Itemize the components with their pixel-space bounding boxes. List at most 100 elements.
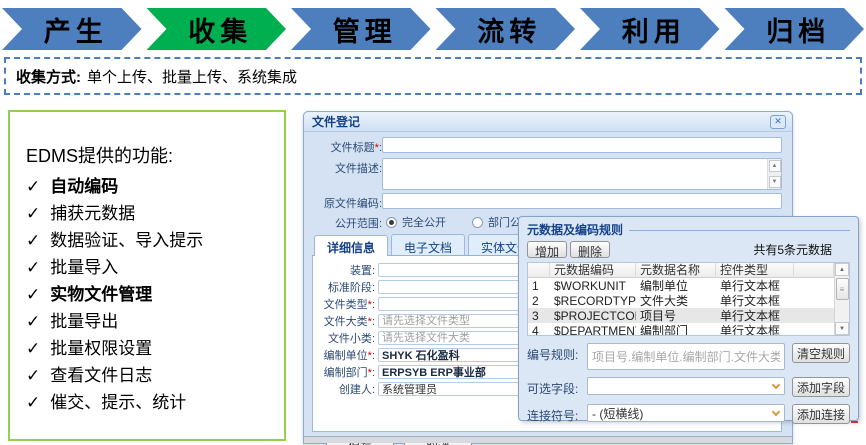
orig-code-input[interactable] xyxy=(382,193,782,209)
delete-button[interactable]: 删除 xyxy=(570,241,610,258)
radio-icon[interactable] xyxy=(472,217,483,228)
check-icon: ✓ xyxy=(26,366,40,385)
metadata-panel-header: 元数据及编码规则 xyxy=(527,222,850,237)
connector-select[interactable]: - (短横线) xyxy=(587,404,785,422)
add-button[interactable]: 增加 xyxy=(527,241,567,258)
flow-step-label: 管理 xyxy=(325,10,397,49)
clear-rule-button[interactable]: 清空规则 xyxy=(792,343,850,363)
file-desc-label: 文件描述: xyxy=(312,158,382,176)
file-title-row: 文件标题*: xyxy=(312,137,782,155)
scrollbar-thumb[interactable]: ≡ xyxy=(836,278,849,300)
connector-row: 连接符号: - (短横线) 添加连接 xyxy=(527,404,850,424)
cell-control-type: 单行文本框 xyxy=(716,322,794,335)
flow-step[interactable]: 产生 xyxy=(2,8,142,50)
metadata-table-body: 1 $WORKUNIT 编制单位 单行文本框 2 $RECORDTYPE 文件大… xyxy=(528,278,834,335)
metadata-table-row[interactable]: 1 $WORKUNIT 编制单位 单行文本框 xyxy=(528,278,834,293)
process-flow: 产生 收集 管理 流转 利用 归档 xyxy=(0,0,866,50)
orig-code-row: 原文件编码: xyxy=(312,193,782,211)
flow-step-label: 归档 xyxy=(758,10,830,49)
cell-row-number: 2 xyxy=(528,294,550,308)
metadata-table-row[interactable]: 3 $PROJECTCODE 项目号 单行文本框 xyxy=(528,308,834,323)
orig-code-label: 原文件编码: xyxy=(312,193,382,211)
file-desc-textarea[interactable] xyxy=(382,158,782,190)
flow-step[interactable]: 归档 xyxy=(725,8,865,50)
feature-text: 捕获元数据 xyxy=(50,204,135,223)
table-header-cell[interactable] xyxy=(794,263,834,278)
feature-item: ✓批量权限设置 xyxy=(26,335,280,362)
numbering-rule-input[interactable] xyxy=(587,343,785,370)
flow-step[interactable]: 收集 xyxy=(147,8,287,50)
dialog-title: 文件登记 xyxy=(312,113,770,130)
table-scrollbar[interactable]: ▲ ≡ ▼ xyxy=(834,263,849,335)
slide-canvas: 产生 收集 管理 流转 利用 归档 收集方式: 单个上传、批量上传、系统集成 E… xyxy=(0,0,866,445)
dialog-titlebar[interactable]: 文件登记 ✕ xyxy=(304,112,792,132)
feature-item: ✓ 查看文件日志 xyxy=(26,362,280,389)
add-field-button[interactable]: 添加字段 xyxy=(792,377,850,397)
connector-label: 连接符号: xyxy=(527,404,587,424)
table-header-cell[interactable] xyxy=(528,263,550,278)
feature-item: ✓数据验证、导入提示 xyxy=(26,227,280,254)
detail-field-label: 装置*: xyxy=(313,262,375,278)
collection-method-banner: 收集方式: 单个上传、批量上传、系统集成 xyxy=(4,57,862,95)
feature-item: ✓ 催交、提示、统计 xyxy=(26,389,280,416)
feature-item: ✓ 捕获元数据 xyxy=(26,200,280,227)
textarea-scrollbar[interactable]: ▲ ▼ xyxy=(767,159,781,189)
table-header-cell[interactable]: 控件类型 xyxy=(716,263,794,278)
metadata-table: 元数据编码元数据名称控件类型 1 $WORKUNIT 编制单位 单行文本框 2 … xyxy=(527,262,850,336)
flow-step-label: 利用 xyxy=(614,10,686,49)
file-desc-row: 文件描述: ▲ ▼ xyxy=(312,158,782,190)
features-box: EDMS提供的功能: ✓自动编码 ✓捕获元数据 ✓数据验证、导入提示 ✓批量导入… xyxy=(8,110,286,441)
feature-text: 催交、提示、统计 xyxy=(50,393,186,412)
feature-item: ✓批量导入 xyxy=(26,254,280,281)
feature-text: 批量权限设置 xyxy=(50,339,152,358)
cell-metadata-code: $DEPARTMENT xyxy=(550,324,636,336)
scroll-up-icon[interactable]: ▲ xyxy=(769,160,781,172)
flow-step[interactable]: 利用 xyxy=(580,8,720,50)
scroll-down-icon[interactable]: ▼ xyxy=(835,322,849,335)
feature-text: 批量导入 xyxy=(50,258,118,277)
metadata-panel-title: 元数据及编码规则 xyxy=(527,221,623,238)
feature-text: 查看文件日志 xyxy=(50,366,152,385)
flow-step[interactable]: 管理 xyxy=(291,8,431,50)
table-header-cell[interactable]: 元数据名称 xyxy=(636,263,716,278)
radio-label: 完全公开 xyxy=(402,214,446,230)
detail-field-label: 编制单位*: xyxy=(313,347,375,363)
cell-row-number: 3 xyxy=(528,309,550,323)
metadata-count: 共有5条元数据 xyxy=(753,241,850,258)
detail-field-label: 标准阶段*: xyxy=(313,279,375,295)
connector-value: - (短横线) xyxy=(592,405,643,422)
dialog-tab[interactable]: 详细信息 xyxy=(314,235,388,256)
metadata-table-row[interactable]: 4 $DEPARTMENT 编制部门 单行文本框 xyxy=(528,323,834,335)
flow-step-label: 产生 xyxy=(36,10,108,49)
dialog-tab[interactable]: 电子文档 xyxy=(391,234,465,255)
flow-step[interactable]: 流转 xyxy=(436,8,576,50)
check-icon: ✓ xyxy=(26,393,40,412)
flow-step-label: 收集 xyxy=(180,10,252,49)
radio-icon[interactable] xyxy=(386,217,397,228)
table-header-cell[interactable]: 元数据编码 xyxy=(550,263,636,278)
metadata-table-row[interactable]: 2 $RECORDTYPE 文件大类 单行文本框 xyxy=(528,293,834,308)
window-bottom-edge xyxy=(304,436,792,443)
detail-field-label: 文件小类*: xyxy=(313,330,375,346)
metadata-table-header: 元数据编码元数据名称控件类型 xyxy=(528,263,834,278)
scope-radio-option[interactable]: 完全公开 xyxy=(386,214,446,230)
detail-field-label: 文件大类*: xyxy=(313,313,375,329)
check-icon: ✓ xyxy=(26,285,40,304)
cell-metadata-code: $WORKUNIT xyxy=(550,279,636,293)
banner-text: 单个上传、批量上传、系统集成 xyxy=(87,66,297,87)
scroll-up-icon[interactable]: ▲ xyxy=(835,263,849,276)
optional-field-label: 可选字段: xyxy=(527,377,587,397)
feature-text: 批量导出 xyxy=(50,312,118,331)
scroll-down-icon[interactable]: ▼ xyxy=(769,176,781,188)
detail-field-label: 文件类型*: xyxy=(313,296,375,312)
metadata-rules-panel: 元数据及编码规则 增加 删除 共有5条元数据 元数据编码元数据名称控件类型 1 … xyxy=(518,216,859,421)
close-icon[interactable]: ✕ xyxy=(770,115,786,129)
optional-field-select[interactable] xyxy=(587,377,785,395)
check-icon: ✓ xyxy=(26,204,40,223)
numbering-rule-row: 编号规则: 清空规则 xyxy=(527,343,850,370)
cell-metadata-name: 编制部门 xyxy=(636,322,716,335)
file-title-input[interactable] xyxy=(382,137,782,153)
add-connector-button[interactable]: 添加连接 xyxy=(792,404,850,424)
feature-item: ✓自动编码 xyxy=(26,173,280,200)
feature-text: 自动编码 xyxy=(50,177,118,196)
